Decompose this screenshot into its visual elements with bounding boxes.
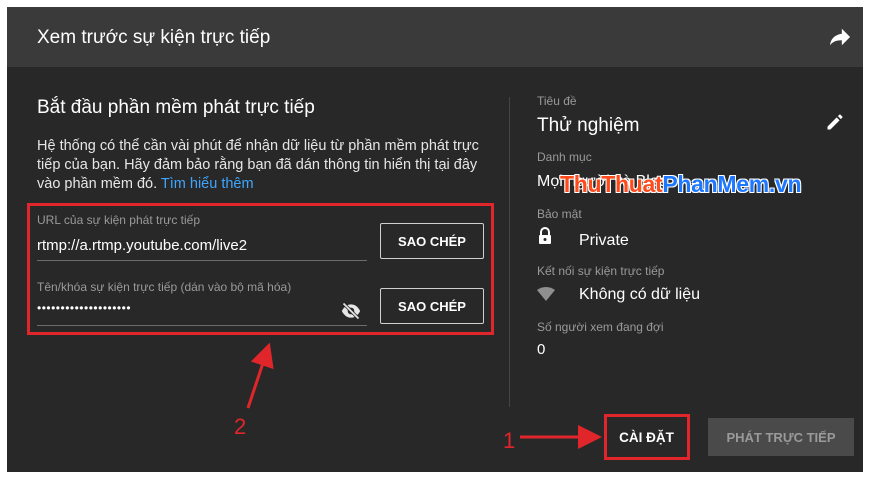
annotation-two: 2 [234, 414, 247, 439]
annotation-arrows [246, 342, 602, 449]
arrow-two [246, 342, 274, 409]
annotation-one: 1 [503, 428, 516, 453]
